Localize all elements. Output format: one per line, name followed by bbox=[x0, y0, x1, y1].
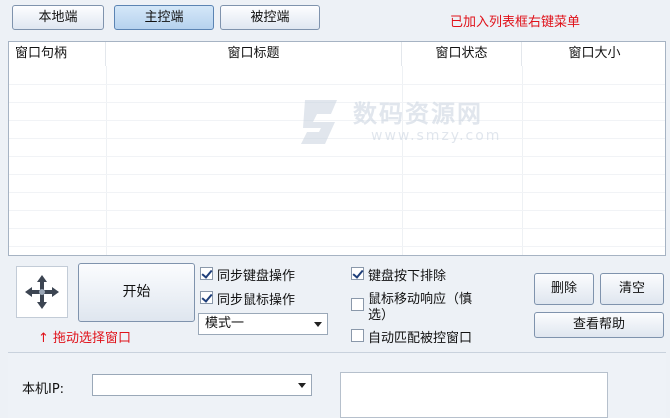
column-header-state[interactable]: 窗口状态 bbox=[402, 42, 522, 66]
grid-line bbox=[9, 102, 665, 103]
tab-local[interactable]: 本地端 bbox=[12, 5, 104, 30]
view-help-button[interactable]: 查看帮助 bbox=[534, 312, 664, 338]
chevron-down-icon[interactable] bbox=[298, 383, 306, 388]
window-list[interactable]: 窗口句柄 窗口标题 窗口状态 窗口大小 数码资源网 www.smzy.com bbox=[8, 41, 666, 256]
keyboard-exclude-label: 键盘按下排除 bbox=[368, 269, 447, 284]
auto-match-label: 自动匹配被控窗口 bbox=[368, 331, 473, 346]
local-ip-select[interactable] bbox=[92, 374, 312, 396]
grid-line bbox=[9, 228, 665, 229]
tab-master[interactable]: 主控端 bbox=[114, 5, 214, 30]
grid-line bbox=[402, 66, 403, 255]
tab-controlled[interactable]: 被控端 bbox=[220, 5, 320, 30]
chevron-down-icon[interactable] bbox=[314, 322, 322, 327]
column-header-handle[interactable]: 窗口句柄 bbox=[9, 42, 106, 66]
sync-keyboard-checkbox[interactable] bbox=[200, 267, 213, 280]
context-menu-notice: 已加入列表框右键菜单 bbox=[450, 15, 581, 30]
grid-line bbox=[9, 210, 665, 211]
grid-line bbox=[9, 120, 665, 121]
sync-mouse-checkbox[interactable] bbox=[200, 291, 213, 304]
grid-line bbox=[9, 84, 665, 85]
start-button[interactable]: 开始 bbox=[78, 263, 195, 322]
keyboard-exclude-checkbox[interactable] bbox=[351, 267, 364, 280]
drag-target[interactable] bbox=[16, 266, 68, 318]
local-ip-label: 本机IP: bbox=[22, 382, 65, 397]
mouse-move-label-line2: 选） bbox=[368, 308, 395, 323]
grid-line bbox=[9, 174, 665, 175]
watermark-url: www.smzy.com bbox=[371, 128, 502, 144]
list-header: 窗口句柄 窗口标题 窗口状态 窗口大小 bbox=[9, 42, 665, 66]
grid-line bbox=[9, 138, 665, 139]
clear-button[interactable]: 清空 bbox=[600, 273, 664, 305]
column-header-title[interactable]: 窗口标题 bbox=[106, 42, 402, 66]
delete-button[interactable]: 删除 bbox=[534, 273, 594, 305]
sync-keyboard-label: 同步键盘操作 bbox=[217, 269, 296, 284]
grid-line bbox=[522, 66, 523, 255]
move-crosshair-icon[interactable] bbox=[17, 267, 67, 317]
mode-select-value: 模式一 bbox=[205, 316, 245, 331]
log-output[interactable] bbox=[340, 372, 608, 418]
column-header-size[interactable]: 窗口大小 bbox=[522, 42, 665, 66]
grid-line bbox=[106, 66, 107, 255]
grid-line bbox=[9, 192, 665, 193]
grid-line bbox=[9, 246, 665, 247]
watermark-title: 数码资源网 bbox=[353, 100, 483, 128]
mouse-move-checkbox[interactable] bbox=[351, 298, 364, 311]
mode-select[interactable]: 模式一 bbox=[198, 313, 328, 335]
grid-line bbox=[9, 156, 665, 157]
drag-tip: ↑ 拖动选择窗口 bbox=[38, 331, 132, 346]
sync-mouse-label: 同步鼠标操作 bbox=[217, 293, 296, 308]
watermark: 数码资源网 www.smzy.com bbox=[297, 92, 537, 152]
auto-match-checkbox[interactable] bbox=[351, 329, 364, 342]
